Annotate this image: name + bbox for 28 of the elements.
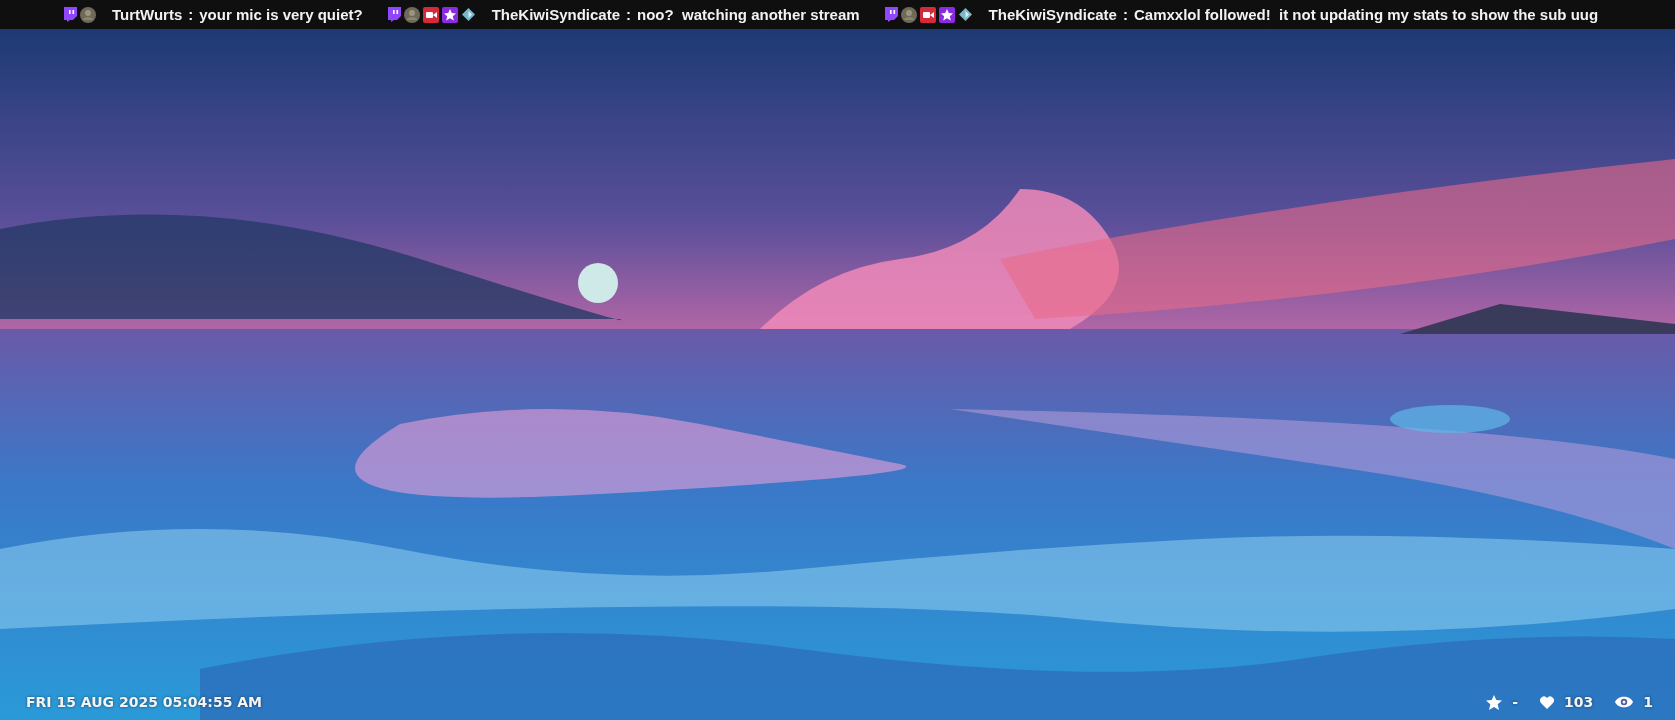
stat-value: 1 bbox=[1643, 694, 1653, 710]
chat-message: your mic is very quiet? bbox=[199, 6, 363, 23]
camera-icon bbox=[919, 6, 936, 23]
star-icon bbox=[441, 6, 458, 23]
chat-username: TurtWurts bbox=[112, 6, 183, 23]
diamond-icon bbox=[460, 7, 476, 22]
chat-message: noo? watching another stream bbox=[637, 6, 860, 23]
avatar-icon bbox=[403, 6, 420, 23]
star-icon bbox=[938, 6, 955, 23]
stat-value: - bbox=[1512, 694, 1518, 710]
twitch-icon bbox=[386, 7, 401, 22]
eye-icon bbox=[1615, 696, 1634, 708]
chat-username: TheKiwiSyndicate bbox=[988, 6, 1117, 23]
stat-value: 103 bbox=[1564, 694, 1594, 710]
chat-message: Camxxlol followed! it not updating my stats to show the sub uug bbox=[1133, 6, 1599, 23]
twitch-icon bbox=[883, 7, 898, 22]
chat-separator: : bbox=[1122, 6, 1128, 23]
diamond-icon bbox=[957, 7, 973, 22]
camera-icon bbox=[422, 6, 439, 23]
chat-separator: : bbox=[626, 6, 632, 23]
avatar-icon bbox=[80, 6, 96, 23]
clock: FRI 15 AUG 2025 05:04:55 AM bbox=[26, 694, 263, 710]
heart-icon bbox=[1540, 695, 1554, 709]
chat-username: TheKiwiSyndicate bbox=[491, 6, 621, 23]
star-icon bbox=[1486, 694, 1503, 710]
chat-separator: : bbox=[188, 6, 194, 23]
avatar-icon bbox=[900, 6, 917, 23]
twitch-icon bbox=[63, 7, 77, 22]
